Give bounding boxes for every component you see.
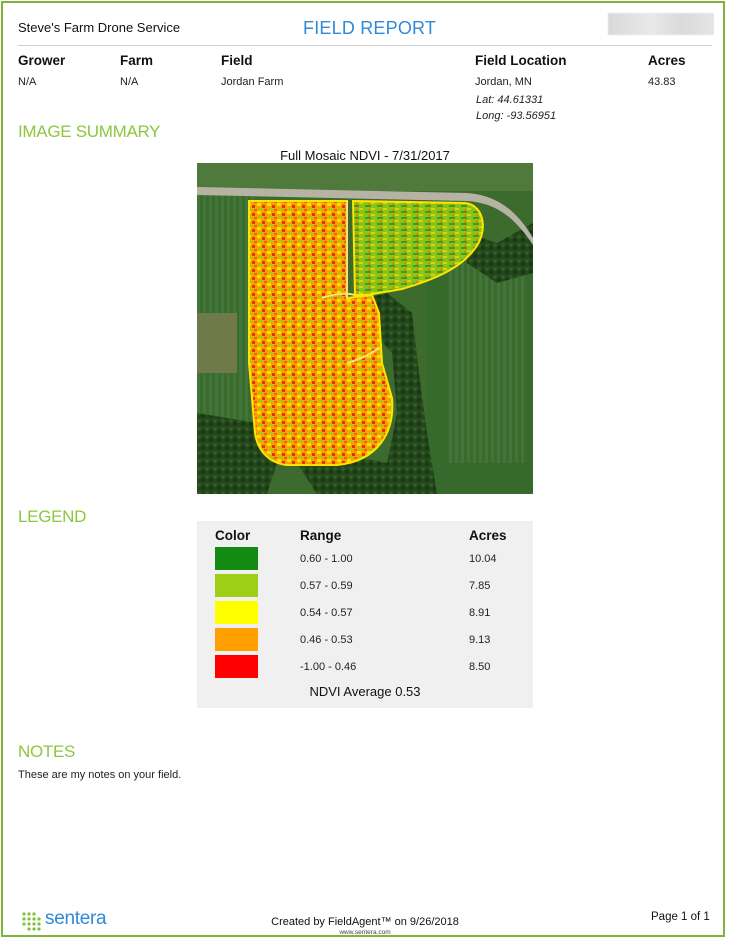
legend-swatch: [215, 547, 258, 570]
legend-swatch: [215, 601, 258, 624]
field-location-value: Jordan, MN: [475, 76, 532, 88]
legend-acres-header: Acres: [469, 528, 507, 543]
legend-table: Color Range Acres 0.60 - 1.00 10.04 0.57…: [197, 521, 533, 708]
legend-range: 0.60 - 1.00: [300, 553, 353, 565]
legend-color-header: Color: [215, 528, 251, 543]
report-title: FIELD REPORT: [303, 18, 437, 38]
legend-swatch: [215, 628, 258, 651]
footer-url: www.sentera.com: [339, 929, 391, 936]
legend-acres: 10.04: [469, 553, 497, 565]
ndvi-average: NDVI Average 0.53: [309, 684, 421, 699]
field-location-label: Field Location: [475, 53, 567, 68]
legend-swatch: [215, 655, 258, 678]
company-name: Steve's Farm Drone Service: [18, 20, 181, 35]
legend-acres: 7.85: [469, 580, 491, 592]
field-value: Jordan Farm: [221, 76, 284, 88]
legend-swatch: [215, 574, 258, 597]
legend-acres: 8.91: [469, 607, 491, 619]
notes-text: These are my notes on your field.: [18, 769, 182, 781]
map-title: Full Mosaic NDVI - 7/31/2017: [280, 148, 450, 163]
latitude-value: Lat: 44.61331: [476, 94, 544, 106]
grower-label: Grower: [18, 53, 66, 68]
field-label: Field: [221, 53, 253, 68]
legend-range: -1.00 - 0.46: [300, 661, 357, 673]
header-divider: [18, 45, 712, 46]
legend-heading: LEGEND: [18, 507, 87, 526]
legend-range-header: Range: [300, 528, 342, 543]
acres-label: Acres: [648, 53, 686, 68]
redacted-logo-area: [608, 13, 714, 35]
created-by-text: Created by FieldAgent™ on 9/26/2018: [271, 916, 459, 928]
image-summary-heading: IMAGE SUMMARY: [18, 122, 161, 141]
legend-range: 0.54 - 0.57: [300, 607, 353, 619]
notes-heading: NOTES: [18, 742, 76, 761]
legend-acres: 8.50: [469, 661, 491, 673]
farm-value: N/A: [120, 76, 139, 88]
page-number: Page 1 of 1: [651, 911, 710, 923]
report-header: Steve's Farm Drone Service FIELD REPORT: [18, 13, 714, 46]
legend-range: 0.46 - 0.53: [300, 634, 353, 646]
legend-acres: 9.13: [469, 634, 491, 646]
grower-value: N/A: [18, 76, 37, 88]
longitude-value: Long: -93.56951: [476, 110, 557, 122]
legend-range: 0.57 - 0.59: [300, 580, 353, 592]
farm-label: Farm: [120, 53, 154, 68]
acres-value: 43.83: [648, 76, 676, 88]
ndvi-mosaic-image: [197, 163, 533, 494]
